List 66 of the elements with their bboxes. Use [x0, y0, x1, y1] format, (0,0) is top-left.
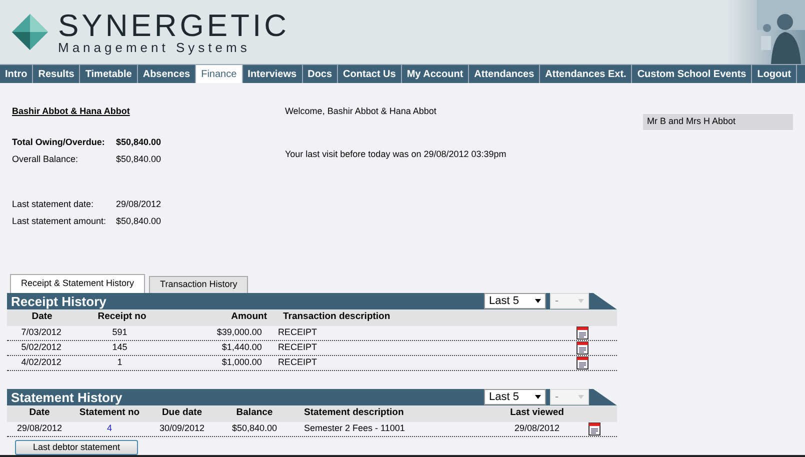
column-header: Amount	[230, 310, 267, 324]
column-header: Statement no	[78, 406, 141, 420]
nav-tab[interactable]: Logout	[752, 65, 798, 83]
table-cell-text: 30/09/2012	[158, 422, 206, 435]
balance-label: Overall Balance:	[12, 153, 80, 166]
column-header: Date	[28, 406, 51, 420]
column-header: Statement description	[303, 406, 405, 420]
nav-tab[interactable]: My Account	[402, 65, 470, 83]
table-cell-text: RECEIPT	[276, 340, 318, 354]
account-box: Mr B and Mrs H Abbot	[643, 114, 793, 130]
table-cell-text: $39,000.00	[216, 326, 262, 339]
table-cell-text: 29/08/2012	[513, 422, 561, 435]
column-header: Balance	[235, 406, 274, 420]
table-cell-text: 5/02/2012	[20, 340, 62, 354]
nav-tab[interactable]: Intro	[0, 65, 34, 83]
logo-subtitle: Management Systems	[58, 41, 252, 54]
total-owing-value: $50,840.00	[116, 136, 162, 148]
nav-tab[interactable]: Results	[33, 65, 80, 83]
nav-tab[interactable]: Attendances	[469, 65, 540, 83]
statement-date-label: Last statement date:	[12, 198, 95, 210]
column-header: Receipt no	[96, 310, 148, 324]
column-header: Last viewed	[509, 406, 565, 420]
table-cell-text: 145	[111, 340, 128, 354]
history-tab[interactable]: Transaction History	[149, 276, 248, 292]
statement-amount-label: Last statement amount:	[12, 215, 108, 228]
pdf-icon[interactable]	[576, 326, 590, 340]
logo-icon	[10, 12, 50, 52]
history-tab[interactable]: Receipt & Statement History	[10, 274, 146, 292]
account-name: Bashir Abbot & Hana Abbot	[12, 105, 131, 118]
total-owing-label: Total Owing/Overdue:	[12, 136, 106, 149]
filter-dropdown[interactable]: Last 5	[484, 389, 546, 405]
last-visit-text: Your last visit before today was on 29/08/2012 03:39pm	[284, 148, 508, 161]
table-cell-text: RECEIPT	[276, 356, 318, 369]
statement-amount-value: $50,840.00	[116, 215, 162, 228]
balance-value: $50,840.00	[116, 153, 162, 166]
last-debtor-statement-button[interactable]: Last debtor statement	[15, 440, 138, 454]
table-cell-text: RECEIPT	[276, 326, 318, 339]
pdf-icon[interactable]	[576, 356, 590, 370]
nav-tab[interactable]: Timetable	[80, 65, 138, 83]
table-cell-text: $50,840.00	[230, 422, 278, 435]
column-header: Date	[30, 310, 54, 324]
nav-tab[interactable]: Finance	[196, 65, 243, 83]
nav-tab[interactable]: Contact Us	[338, 65, 402, 83]
table-cell-text: $1,000.00	[220, 356, 262, 369]
pdf-icon[interactable]	[576, 340, 590, 354]
table-cell-text: Semester 2 Fees - 11001	[303, 422, 406, 435]
statement-date-value: 29/08/2012	[116, 198, 162, 210]
column-header: Due date	[160, 406, 204, 420]
table-cell-text: 4/02/2012	[20, 356, 62, 369]
table-cell-text: 29/08/2012	[16, 422, 64, 435]
nav-tab[interactable]: Attendances Ext.	[540, 65, 632, 83]
pdf-icon[interactable]	[588, 422, 601, 436]
table-cell-text: 1	[116, 356, 124, 369]
column-header: Transaction description	[282, 310, 392, 324]
logo-title: SYNERGETIC	[58, 10, 290, 41]
table-cell-text: $1,440.00	[220, 340, 262, 354]
nav-tab[interactable]: Interviews	[242, 65, 303, 83]
statement-link[interactable]: 4	[106, 422, 112, 433]
nav-tab[interactable]: Docs	[302, 65, 338, 83]
nav-tab[interactable]: Custom School Events	[632, 65, 752, 83]
panel-title: Receipt History	[11, 294, 106, 308]
table-cell-text: 7/03/2012	[20, 326, 62, 339]
panel-title: Statement History	[11, 390, 122, 404]
table-cell-text: 591	[111, 326, 128, 339]
welcome-text: Welcome, Bashir Abbot & Hana Abbot	[284, 105, 438, 118]
filter-dropdown[interactable]: Last 5	[484, 293, 546, 309]
